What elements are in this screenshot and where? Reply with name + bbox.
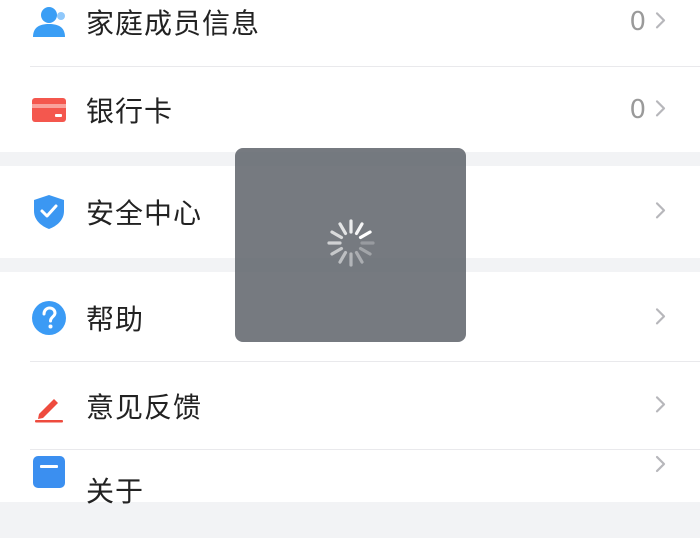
loading-overlay	[235, 148, 466, 342]
menu-item-label: 意见反馈	[86, 391, 203, 424]
menu-item-label: 家庭成员信息	[86, 7, 261, 40]
person-icon	[30, 3, 68, 41]
menu-item-count: 0	[629, 95, 646, 125]
pencil-icon	[30, 387, 68, 425]
menu-item-label: 银行卡	[86, 95, 174, 128]
menu-item-about[interactable]: 关于	[0, 450, 700, 538]
chevron-right-icon	[654, 200, 668, 220]
menu-item-label: 帮助	[86, 303, 145, 336]
menu-item-family-members[interactable]: 家庭成员信息 0	[0, 0, 700, 66]
bank-card-icon	[30, 91, 68, 129]
menu-item-bank-card[interactable]: 银行卡 0	[0, 66, 700, 154]
shield-check-icon	[30, 193, 68, 231]
menu-item-label: 安全中心	[86, 197, 203, 230]
chevron-right-icon	[654, 98, 668, 118]
settings-screen: 家庭成员信息 0 银行卡 0 安全中心 帮助 意见反馈 关于	[0, 0, 700, 508]
chevron-right-icon	[654, 394, 668, 414]
account-group: 家庭成员信息 0 银行卡 0	[0, 0, 700, 152]
question-circle-icon	[30, 299, 68, 337]
menu-item-count: 0	[629, 7, 646, 37]
info-card-icon	[30, 453, 68, 491]
chevron-right-icon	[654, 454, 668, 474]
chevron-right-icon	[654, 10, 668, 30]
chevron-right-icon	[654, 306, 668, 326]
menu-item-label: 关于	[86, 475, 145, 508]
loading-spinner-icon	[325, 217, 377, 269]
menu-item-feedback[interactable]: 意见反馈	[0, 362, 700, 450]
